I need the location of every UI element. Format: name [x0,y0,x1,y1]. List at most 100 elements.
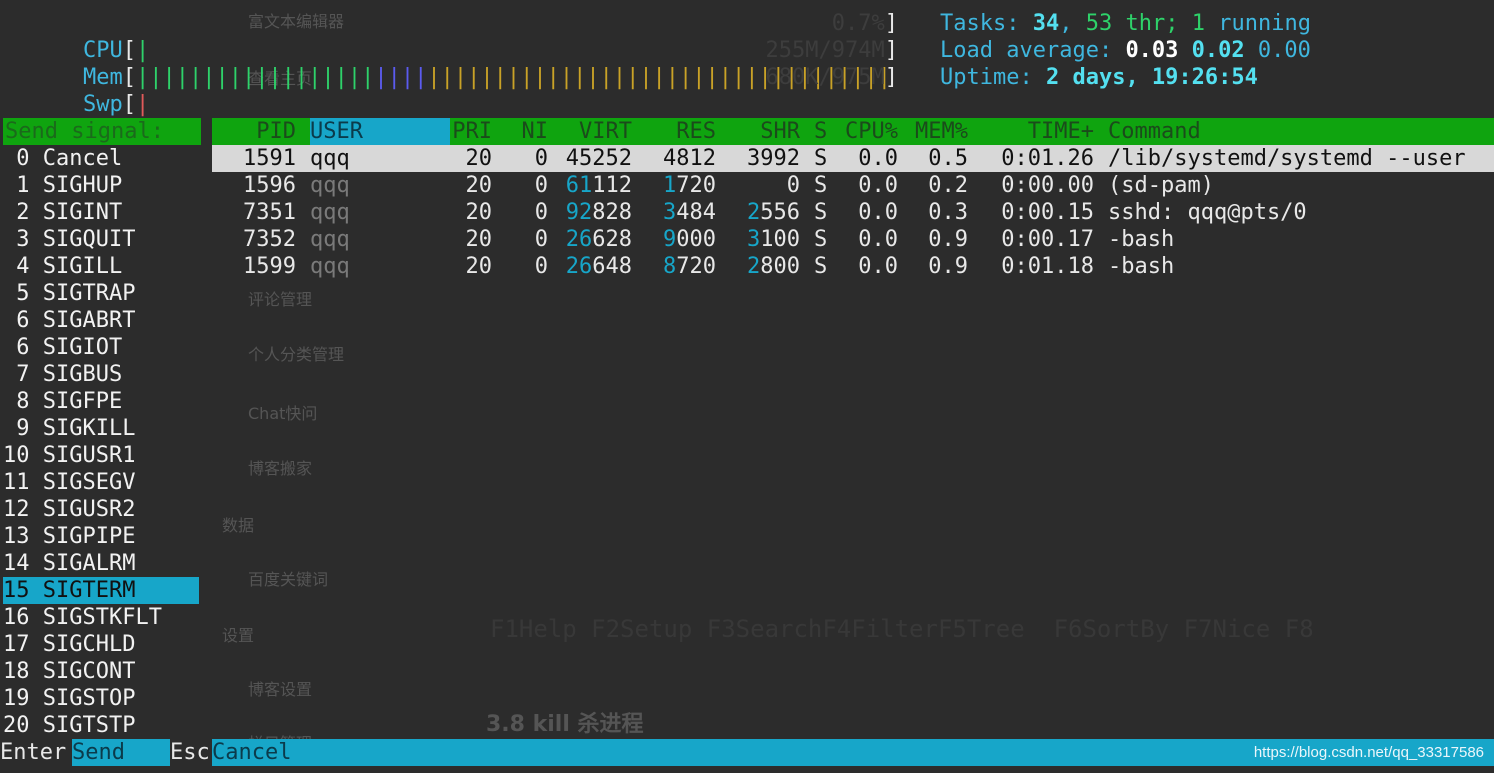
cell-res: 4812 [663,146,716,171]
signal-item[interactable]: 12 SIGUSR2 [3,496,199,523]
signal-item[interactable]: 6 SIGIOT [3,334,199,361]
col-pri[interactable]: PRI [450,118,492,145]
signal-item[interactable]: 15 SIGTERM [3,577,199,604]
process-row[interactable]: 1591 qqq 20 0 45252 4812 3992 S 0.0 0.5 0:01.26/li… [212,145,1494,172]
signal-item[interactable]: 14 SIGALRM [3,550,199,577]
cell-res: 1720 [663,173,716,198]
swap-meter: Swp[| 680K/975M] [82,65,898,117]
signal-name: SIGCONT [42,659,136,684]
cell-user: qqq [310,200,350,225]
col-user[interactable]: USER [310,118,450,145]
send-button[interactable]: Send [72,739,170,766]
cell-ni: 0 [534,227,548,252]
signal-number: 7 [3,362,30,387]
ghost-sidebar-item: 博客设置 [248,680,313,699]
signal-item[interactable]: 3 SIGQUIT [3,226,199,253]
cell-pid: 1596 [243,173,296,198]
process-row[interactable]: 1596 qqq 20 0 61112 1720 0 S 0.0 0.2 0:00.00 (sd-pa… [212,172,1494,199]
signal-item[interactable]: 2 SIGINT [3,199,199,226]
signal-name: SIGSTOP [42,686,136,711]
signal-number: 17 [3,632,30,657]
cell-shr: 3100 [747,227,800,252]
swp-value: 680K/975M [765,65,885,90]
ghost-sidebar-item: 数据 [222,516,255,535]
ghost-sidebar-item: Chat快问 [248,404,318,423]
cell-time: 0:00.17 [1001,227,1094,252]
signal-name: SIGHUP [42,173,123,198]
cell-mem: 0.9 [928,254,968,279]
process-row[interactable]: 7351 qqq 20 0 92828 3484 2556 S 0.0 0.3 0:00.15 ssh… [212,199,1494,226]
signal-item[interactable]: 17 SIGCHLD [3,631,199,658]
signal-number: 1 [3,173,30,198]
col-ni[interactable]: NI [492,118,549,145]
ghost-sidebar-item: 设置 [222,626,255,645]
load-15min: 0.00 [1257,38,1311,63]
signal-name: SIGALRM [42,551,136,576]
col-time[interactable]: TIME+ [968,118,1094,145]
col-state[interactable]: S [814,118,828,145]
cell-cpu: 0.0 [858,254,898,279]
cell-shr: 2800 [747,254,800,279]
cancel-button[interactable]: Cancel [212,739,312,766]
signal-number: 10 [3,443,30,468]
watermark: https://blog.csdn.net/qq_33317586 [1253,744,1484,761]
col-cpu[interactable]: CPU% [828,118,898,145]
load-1min: 0.03 [1125,38,1179,63]
cell-pri: 20 [465,146,493,171]
signal-name: SIGQUIT [42,227,136,252]
signal-item[interactable]: 16 SIGSTKFLT [3,604,199,631]
uptime-line: Uptime: 2 days, 19:26:54 [940,65,1258,90]
process-table-header: PID USER PRI NI VIRT RES SHR S CPU% MEM%… [212,118,1494,145]
signal-item[interactable]: 13 SIGPIPE [3,523,199,550]
signal-name: SIGKILL [42,416,136,441]
col-virt[interactable]: VIRT [548,118,632,145]
cell-s: S [814,173,828,198]
cell-virt: 45252 [565,146,632,171]
signal-item[interactable]: 7 SIGBUS [3,361,199,388]
cell-pri: 20 [465,200,493,225]
signal-item[interactable]: 18 SIGCONT [3,658,199,685]
enter-key[interactable]: Enter [0,739,72,766]
cell-s: S [814,254,828,279]
signal-number: 14 [3,551,30,576]
load-average-line: Load average: 0.03 0.02 0.00 [940,38,1311,63]
process-row[interactable]: 1599 qqq 20 0 26648 8720 2800 S 0.0 0.9 0:01.18 -ba… [212,253,1494,280]
signal-item[interactable]: 1 SIGHUP [3,172,199,199]
signal-item[interactable]: 20 SIGTSTP [3,712,199,739]
cell-pid: 7352 [243,227,296,252]
signal-item[interactable]: 0 Cancel [3,145,199,172]
process-row[interactable]: 7352 qqq 20 0 26628 9000 3100 S 0.0 0.9 0:00.17 -ba… [212,226,1494,253]
signal-name: SIGUSR2 [42,497,136,522]
signal-number: 4 [3,254,30,279]
send-signal-header: Send signal: [3,118,201,145]
cell-time: 0:00.00 [1001,173,1094,198]
col-mem[interactable]: MEM% [898,118,968,145]
signal-number: 8 [3,389,30,414]
signal-item[interactable]: 11 SIGSEGV [3,469,199,496]
esc-key[interactable]: Esc [170,739,212,766]
ghost-fkey-bar: F1Help F2Setup F3SearchF4FilterF5Tree F6… [490,615,1314,643]
header-meters: CPU[| 0.7%] Mem[||||||||||||||||||||||||… [0,8,1494,117]
signal-name: SIGIOT [42,335,123,360]
signal-item[interactable]: 6 SIGABRT [3,307,199,334]
cell-user: qqq [310,173,350,198]
signal-number: 19 [3,686,30,711]
cell-time: 0:01.26 [1001,146,1094,171]
signal-item[interactable]: 9 SIGKILL [3,415,199,442]
col-command[interactable]: Command [1108,118,1488,145]
signal-item[interactable]: 19 SIGSTOP [3,685,199,712]
signal-item[interactable]: 5 SIGTRAP [3,280,199,307]
cell-virt: 26648 [565,254,632,279]
signal-item[interactable]: 4 SIGILL [3,253,199,280]
cell-virt: 61112 [565,173,632,198]
signal-name: SIGSTKFLT [42,605,162,630]
cell-s: S [814,146,828,171]
col-res[interactable]: RES [632,118,716,145]
cell-pid: 1591 [243,146,296,171]
signal-item[interactable]: 8 SIGFPE [3,388,199,415]
cell-cpu: 0.0 [858,146,898,171]
col-shr[interactable]: SHR [716,118,800,145]
col-pid[interactable]: PID [212,118,296,145]
cell-command: (sd-pam) [1108,173,1214,198]
signal-item[interactable]: 10 SIGUSR1 [3,442,199,469]
